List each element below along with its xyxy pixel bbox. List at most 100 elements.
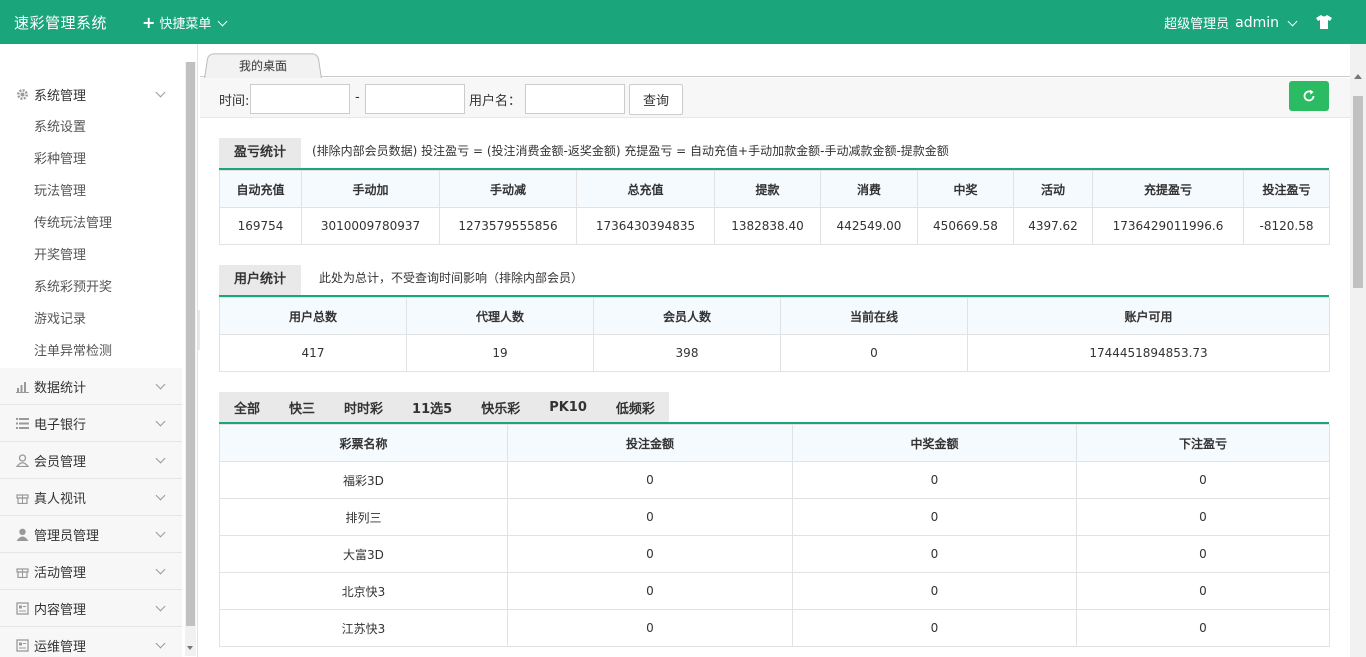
sidebar-scrollbar-thumb[interactable] [186, 62, 195, 626]
sidebar-group-live-video[interactable]: 真人视讯 [0, 479, 182, 516]
column-header: 活动 [1013, 170, 1093, 208]
column-header: 总充值 [576, 170, 715, 208]
table-cell: 442549.00 [820, 207, 918, 245]
tab-11x5[interactable]: 11选5 [412, 398, 452, 417]
tab-ssc[interactable]: 时时彩 [344, 398, 383, 417]
sidebar-item-game-records[interactable]: 游戏记录 [0, 304, 182, 336]
sidebar-group-label: 会员管理 [34, 454, 87, 470]
table-row: 福彩3D 0 0 0 [219, 461, 1330, 499]
tab-pk10[interactable]: PK10 [549, 400, 587, 415]
page-scrollbar-thumb[interactable] [1353, 96, 1363, 288]
chevron-down-icon [155, 527, 166, 538]
table-cell: 0 [507, 609, 793, 647]
sidebar-menu: 系统管理 系统设置 彩种管理 玩法管理 传统玩法管理 开奖管理 系统彩预开奖 游… [0, 76, 182, 657]
username-label: 用户名： [469, 94, 522, 109]
user-menu[interactable]: 超级管理员 admin [1164, 13, 1298, 32]
sidebar-group-statistics[interactable]: 数据统计 [0, 368, 182, 405]
table-cell: 19 [406, 334, 594, 372]
table-cell: 3010009780937 [301, 207, 440, 245]
refresh-icon [1303, 89, 1315, 102]
table-cell: 1736430394835 [576, 207, 715, 245]
chevron-down-icon [155, 379, 166, 390]
sidebar-item-play-methods[interactable]: 玩法管理 [0, 176, 182, 208]
page-scrollbar[interactable] [1350, 44, 1366, 657]
start-time-input[interactable] [250, 84, 350, 114]
quick-menu-label: 快捷菜单 [159, 17, 212, 32]
table-cell: 1736429011996.6 [1092, 207, 1244, 245]
sidebar-item-anomaly-detection[interactable]: 注单异常检测 [0, 336, 182, 368]
username-input[interactable] [525, 84, 625, 114]
sidebar-group-admins[interactable]: 管理员管理 [0, 516, 182, 553]
sidebar-group-activities[interactable]: 活动管理 [0, 553, 182, 590]
column-header: 会员人数 [593, 297, 781, 335]
tab-k3[interactable]: 快三 [289, 398, 315, 417]
scroll-up-arrow-icon[interactable] [1354, 74, 1362, 79]
user-role: 超级管理员 [1164, 17, 1230, 32]
column-header: 自动充值 [219, 170, 302, 208]
sidebar-group-label: 内容管理 [34, 602, 87, 618]
table-cell: 排列三 [219, 498, 508, 536]
column-header: 用户总数 [219, 297, 407, 335]
gift-icon [16, 491, 29, 504]
table-row: 大富3D 0 0 0 [219, 535, 1330, 573]
table-cell: 0 [1076, 572, 1330, 610]
table-cell: 0 [780, 334, 968, 372]
sidebar-group-members[interactable]: 会员管理 [0, 442, 182, 479]
filter-bar: 时间: - 用户名： 查询 [200, 78, 1350, 118]
quick-menu-button[interactable]: + 快捷菜单 [142, 13, 228, 32]
sidebar-group-label: 系统管理 [34, 88, 87, 104]
chevron-down-icon [155, 453, 166, 464]
sidebar-group-ops[interactable]: 运维管理 [0, 627, 182, 657]
gear-icon [16, 88, 29, 101]
query-button[interactable]: 查询 [629, 84, 683, 115]
column-header: 中奖金额 [792, 424, 1077, 462]
table-row: 排列三 0 0 0 [219, 498, 1330, 536]
tab-label: 我的桌面 [238, 59, 288, 74]
tab-klc[interactable]: 快乐彩 [481, 398, 520, 417]
sidebar-item-pre-draw[interactable]: 系统彩预开奖 [0, 272, 182, 304]
column-header: 下注盈亏 [1076, 424, 1330, 462]
sidebar-item-traditional-play[interactable]: 传统玩法管理 [0, 208, 182, 240]
table-cell: 169754 [219, 207, 302, 245]
chevron-down-icon [1287, 16, 1298, 26]
scroll-down-arrow-icon[interactable] [187, 646, 193, 650]
sidebar-group-system[interactable]: 系统管理 [0, 76, 182, 112]
tab-low-freq[interactable]: 低频彩 [616, 398, 655, 417]
table-cell: 北京快3 [219, 572, 508, 610]
profit-section-note: (排除内部会员数据) 投注盈亏 = (投注消费金额-返奖金额) 充提盈亏 = 自… [312, 144, 949, 158]
tab-my-desktop[interactable]: 我的桌面 [204, 53, 322, 79]
shirt-icon[interactable] [1316, 15, 1332, 29]
sidebar-group-ebank[interactable]: 电子银行 [0, 405, 182, 442]
chevron-down-icon [217, 16, 228, 26]
table-row: 169754 3010009780937 1273579555856 17364… [219, 207, 1330, 245]
column-header: 当前在线 [780, 297, 968, 335]
document-icon [16, 601, 29, 615]
sidebar-group-content[interactable]: 内容管理 [0, 590, 182, 627]
end-time-input[interactable] [365, 84, 465, 114]
table-cell: 0 [507, 572, 793, 610]
user-stats-table: 用户总数 代理人数 会员人数 当前在线 账户可用 417 19 398 0 17… [219, 297, 1330, 372]
user-name: admin [1235, 14, 1279, 31]
column-header: 账户可用 [967, 297, 1330, 335]
table-row: 北京快3 0 0 0 [219, 572, 1330, 610]
brand-title: 速彩管理系统 [14, 14, 108, 32]
table-cell: 1273579555856 [439, 207, 577, 245]
sidebar-item-system-settings[interactable]: 系统设置 [0, 112, 182, 144]
refresh-button[interactable] [1289, 81, 1329, 111]
profit-section-header: 盈亏统计 (排除内部会员数据) 投注盈亏 = (投注消费金额-返奖金额) 充提盈… [219, 138, 1329, 170]
table-cell: 福彩3D [219, 461, 508, 499]
column-header: 提款 [714, 170, 821, 208]
column-header: 充提盈亏 [1092, 170, 1244, 208]
sidebar-scrollbar[interactable] [185, 62, 196, 656]
column-header: 中奖 [917, 170, 1014, 208]
lottery-tab-bar: 全部 快三 时时彩 11选5 快乐彩 PK10 低频彩 [219, 392, 1329, 424]
column-header: 手动减 [439, 170, 577, 208]
chevron-down-icon [155, 490, 166, 501]
table-row: 江苏快3 0 0 0 [219, 609, 1330, 647]
column-header: 消费 [820, 170, 918, 208]
sidebar-item-draw-management[interactable]: 开奖管理 [0, 240, 182, 272]
sidebar-item-lottery-types[interactable]: 彩种管理 [0, 144, 182, 176]
tab-all[interactable]: 全部 [234, 398, 260, 417]
sidebar-group-label: 运维管理 [34, 639, 87, 655]
chevron-down-icon [155, 87, 166, 98]
